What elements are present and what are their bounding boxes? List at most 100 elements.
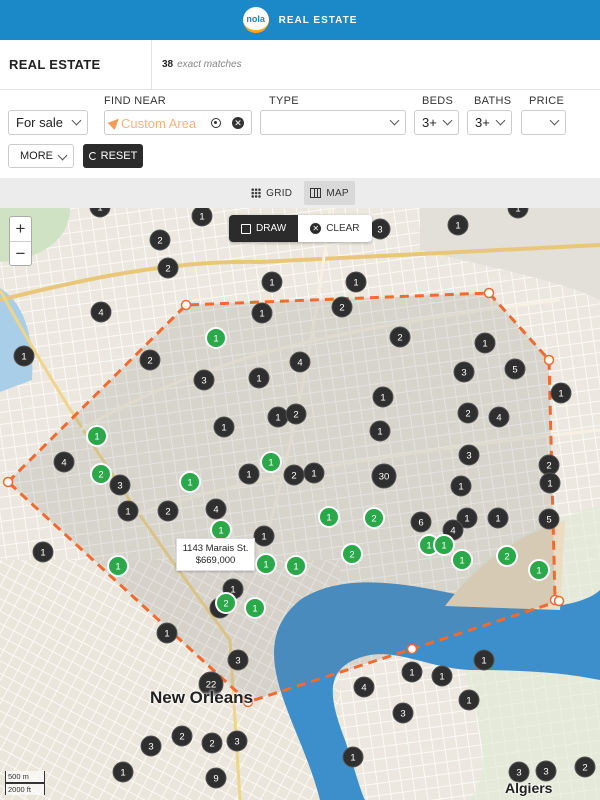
cluster-marker[interactable]: 2	[331, 296, 353, 318]
cluster-marker[interactable]: 1	[13, 345, 35, 367]
beds-select[interactable]: 3+	[414, 110, 459, 135]
clear-drawing-button[interactable]: ✕ CLEAR	[298, 215, 372, 242]
listing-marker[interactable]: 1	[210, 519, 232, 541]
cluster-marker[interactable]: 3	[226, 730, 248, 752]
cluster-marker[interactable]: 1	[458, 689, 480, 711]
cluster-marker[interactable]: 3	[140, 735, 162, 757]
price-select[interactable]	[521, 110, 566, 135]
cluster-marker[interactable]: 3	[193, 369, 215, 391]
cluster-marker[interactable]: 4	[289, 351, 311, 373]
cluster-marker[interactable]: 1	[550, 382, 572, 404]
cluster-marker[interactable]: 4	[488, 406, 510, 428]
cluster-marker[interactable]: 6	[410, 511, 432, 533]
map-layer[interactable]: 11223 111 14 211 211 2 43 53 11 11 2 2 411 134 1 22 1 2 1 3…	[0, 208, 600, 800]
boundary-vertex-handle[interactable]	[2, 476, 14, 488]
listing-marker[interactable]: 1	[107, 555, 129, 577]
map-view-button[interactable]: MAP	[304, 181, 355, 205]
cluster-marker[interactable]: 1	[431, 665, 453, 687]
cluster-marker[interactable]: 5	[504, 358, 526, 380]
cluster-marker[interactable]: 2	[538, 454, 560, 476]
cluster-marker[interactable]: 1	[447, 214, 469, 236]
listing-marker[interactable]: 1	[205, 327, 227, 349]
map-canvas[interactable]: 1122311114211211243531111224111341221213…	[0, 208, 600, 800]
cluster-marker[interactable]: 1	[32, 541, 54, 563]
cluster-marker[interactable]: 3	[458, 444, 480, 466]
cluster-marker[interactable]: 1	[267, 406, 289, 428]
boundary-vertex-handle[interactable]	[406, 643, 418, 655]
cluster-marker[interactable]: 1	[372, 386, 394, 408]
cluster-marker[interactable]: 1	[112, 761, 134, 783]
cluster-marker[interactable]: 3	[453, 361, 475, 383]
cluster-marker[interactable]: 1	[248, 367, 270, 389]
listing-marker[interactable]: 1	[244, 597, 266, 619]
cluster-marker[interactable]: 1	[261, 271, 283, 293]
listing-marker[interactable]: 1	[451, 549, 473, 571]
cluster-marker[interactable]: 9	[205, 767, 227, 789]
listing-marker[interactable]: 2	[215, 592, 237, 614]
cluster-marker[interactable]: 3	[508, 761, 530, 783]
cluster-marker[interactable]: 1	[342, 746, 364, 768]
cluster-marker[interactable]: 4	[205, 498, 227, 520]
cluster-marker[interactable]: 1	[473, 649, 495, 671]
cluster-marker[interactable]: 4	[353, 676, 375, 698]
find-near-input[interactable]	[121, 113, 211, 133]
zoom-out-button[interactable]: −	[10, 242, 31, 266]
cluster-marker[interactable]: 1	[251, 302, 273, 324]
find-near-field[interactable]: ✕	[104, 110, 252, 135]
cluster-marker[interactable]: 1	[213, 416, 235, 438]
listing-marker[interactable]: 1	[255, 553, 277, 575]
listing-marker[interactable]: 1	[318, 506, 340, 528]
clear-location-icon[interactable]: ✕	[232, 117, 244, 129]
type-select[interactable]	[260, 110, 406, 135]
locate-icon[interactable]	[211, 118, 221, 128]
more-filters-button[interactable]: MORE	[8, 144, 74, 168]
boundary-vertex-handle[interactable]	[543, 354, 555, 366]
cluster-marker[interactable]: 1	[303, 462, 325, 484]
cluster-marker[interactable]: 1	[401, 661, 423, 683]
listing-marker[interactable]: 1	[528, 559, 550, 581]
reset-button[interactable]: RESET	[83, 144, 143, 168]
cluster-marker[interactable]: 1	[474, 332, 496, 354]
cluster-marker[interactable]: 1	[450, 475, 472, 497]
boundary-vertex-handle[interactable]	[180, 299, 192, 311]
boundary-vertex-handle[interactable]	[483, 287, 495, 299]
cluster-marker[interactable]: 2	[157, 500, 179, 522]
cluster-marker[interactable]: 4	[53, 451, 75, 473]
cluster-marker[interactable]: 5	[538, 508, 560, 530]
cluster-marker[interactable]: 1	[539, 472, 561, 494]
cluster-marker[interactable]: 2	[574, 756, 596, 778]
cluster-marker[interactable]: 3	[392, 702, 414, 724]
boundary-vertex-handle[interactable]	[553, 595, 565, 607]
listing-marker[interactable]: 1	[433, 534, 455, 556]
cluster-marker[interactable]: 2	[157, 257, 179, 279]
zoom-in-button[interactable]: +	[10, 217, 31, 241]
listing-marker[interactable]: 2	[363, 507, 385, 529]
draw-button[interactable]: DRAW	[229, 215, 299, 242]
cluster-marker[interactable]: 2	[389, 326, 411, 348]
cluster-marker[interactable]: 1	[253, 525, 275, 547]
cluster-marker[interactable]: 2	[171, 725, 193, 747]
cluster-marker[interactable]: 2	[139, 349, 161, 371]
cluster-marker[interactable]: 1	[117, 500, 139, 522]
cluster-marker[interactable]: 2	[285, 403, 307, 425]
cluster-marker[interactable]: 4	[90, 301, 112, 323]
cluster-marker[interactable]: 2	[201, 732, 223, 754]
cluster-marker[interactable]: 3	[535, 760, 557, 782]
cluster-marker[interactable]: 1	[156, 622, 178, 644]
listing-marker[interactable]: 2	[90, 463, 112, 485]
cluster-marker[interactable]: 3	[227, 649, 249, 671]
cluster-marker[interactable]: 1	[487, 507, 509, 529]
listing-marker[interactable]: 1	[179, 471, 201, 493]
listing-marker[interactable]: 1	[260, 451, 282, 473]
listing-marker[interactable]: 1	[86, 425, 108, 447]
cluster-marker[interactable]: 2	[457, 402, 479, 424]
cluster-marker[interactable]: 3	[369, 218, 391, 240]
cluster-marker[interactable]: 1	[191, 208, 213, 227]
nola-logo[interactable]: nola	[242, 7, 269, 33]
status-select[interactable]: For sale	[8, 110, 88, 135]
cluster-marker[interactable]: 2	[149, 229, 171, 251]
listing-marker[interactable]: 2	[496, 545, 518, 567]
listing-marker[interactable]: 1	[285, 555, 307, 577]
listing-popup[interactable]: 1143 Marais St. $669,000	[176, 538, 255, 571]
cluster-marker[interactable]: 30	[371, 463, 397, 489]
